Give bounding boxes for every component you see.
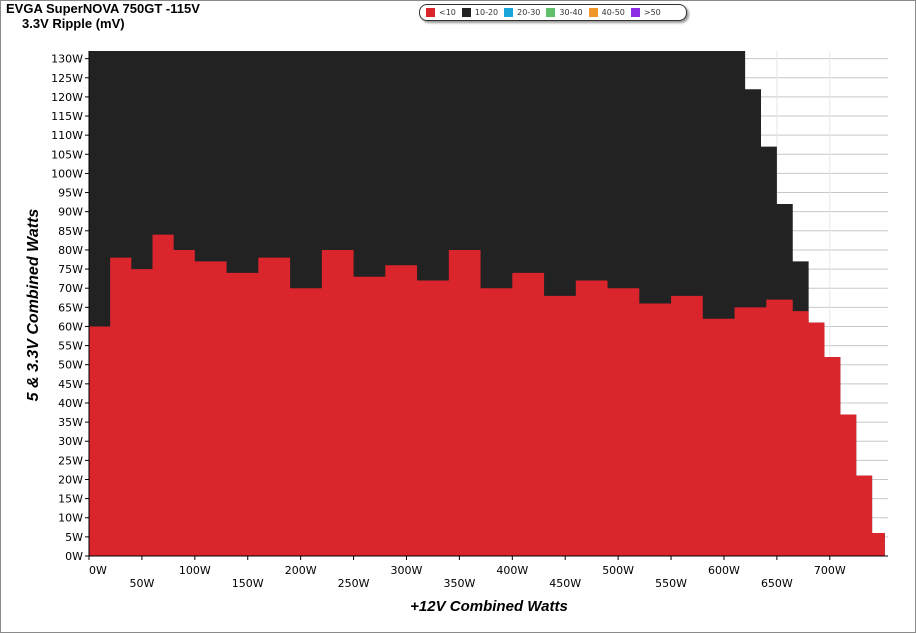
y-tick-label: 55W bbox=[58, 340, 83, 353]
x-tick-label: 350W bbox=[443, 577, 475, 590]
y-tick-label: 100W bbox=[51, 167, 83, 180]
y-tick-label: 45W bbox=[58, 378, 83, 391]
x-tick-label: 700W bbox=[814, 564, 846, 577]
y-tick-label: 105W bbox=[51, 148, 83, 161]
heatmap-plot: 0W 5W 10W 15W 20W 25W 30W 35W 40W 45W 50W 55W 60W 65W… bbox=[51, 51, 888, 590]
y-tick-label: 130W bbox=[51, 53, 83, 66]
y-tick-label: 50W bbox=[58, 359, 83, 372]
y-tick-label: 90W bbox=[58, 206, 83, 219]
y-tick-label: 85W bbox=[58, 225, 83, 238]
y-tick-label: 35W bbox=[58, 416, 83, 429]
x-tick-label: 600W bbox=[708, 564, 740, 577]
y-tick-label: 5W bbox=[65, 531, 83, 544]
y-tick-label: 95W bbox=[58, 187, 83, 200]
y-tick-label: 10W bbox=[58, 512, 83, 525]
y-tick-label: 15W bbox=[58, 493, 83, 506]
x-tick-label: 0W bbox=[89, 564, 107, 577]
x-tick-label: 150W bbox=[232, 577, 264, 590]
x-tick-label: 500W bbox=[602, 564, 634, 577]
y-tick-label: 0W bbox=[65, 550, 83, 563]
y-tick-label: 20W bbox=[58, 473, 83, 486]
x-tick-label: 100W bbox=[179, 564, 211, 577]
y-tick-label: 30W bbox=[58, 435, 83, 448]
y-tick-label: 65W bbox=[58, 301, 83, 314]
x-tick-label: 50W bbox=[129, 577, 154, 590]
y-tick-label: 60W bbox=[58, 320, 83, 333]
y-tick-label: 70W bbox=[58, 282, 83, 295]
y-tick-label: 110W bbox=[51, 129, 83, 142]
y-axis-label: 5 & 3.3V Combined Watts bbox=[25, 208, 42, 402]
x-tick-label: 650W bbox=[761, 577, 793, 590]
y-tick-label: 25W bbox=[58, 454, 83, 467]
x-tick-label: 550W bbox=[655, 577, 687, 590]
y-tick-label: 75W bbox=[58, 263, 83, 276]
y-tick-label: 115W bbox=[51, 110, 83, 123]
x-tick-label: 400W bbox=[496, 564, 528, 577]
y-tick-label: 120W bbox=[51, 91, 83, 104]
x-tick-label: 200W bbox=[285, 564, 317, 577]
x-axis-label: +12V Combined Watts bbox=[410, 598, 568, 615]
y-tick-label: 125W bbox=[51, 72, 83, 85]
x-tick-label: 250W bbox=[338, 577, 370, 590]
y-tick-label: 40W bbox=[58, 397, 83, 410]
x-tick-label: 450W bbox=[549, 577, 581, 590]
x-tick-label: 300W bbox=[391, 564, 423, 577]
y-tick-label: 80W bbox=[58, 244, 83, 257]
